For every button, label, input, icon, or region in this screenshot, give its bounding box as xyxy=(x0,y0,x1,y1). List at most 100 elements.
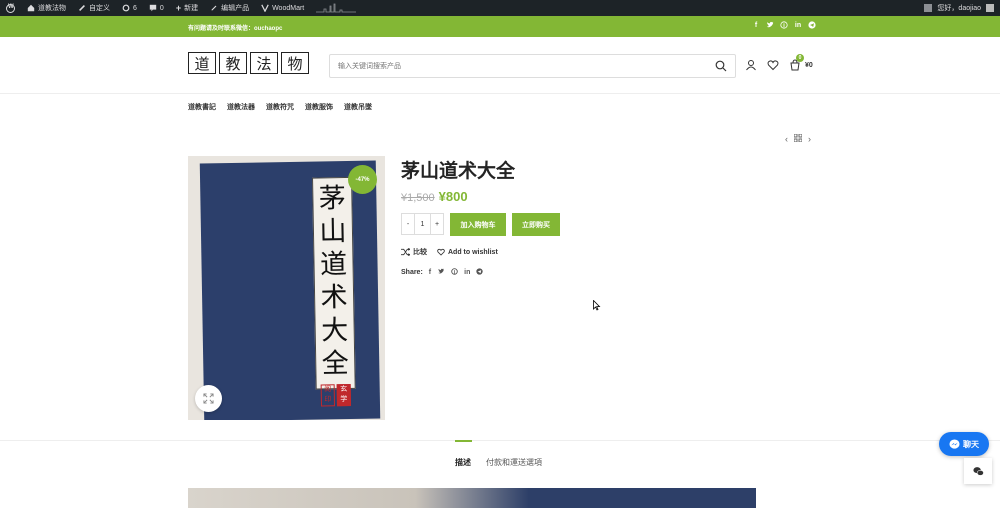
search-box xyxy=(329,54,736,78)
sale-badge: -47% xyxy=(348,165,377,194)
greeting[interactable]: 您好，daojiao xyxy=(937,3,981,13)
compare-link[interactable]: 比较 xyxy=(401,247,427,257)
site-logo[interactable]: 道 教 法 物 xyxy=(188,52,310,78)
heart-icon[interactable] xyxy=(767,59,779,71)
book-cover: 茅 山 道 术 大 全 阁印 玄学 xyxy=(199,160,381,420)
tabs-divider xyxy=(0,440,1000,441)
wishlist-label: Add to wishlist xyxy=(448,248,498,256)
next-product-icon[interactable]: › xyxy=(808,134,811,144)
cart-link[interactable]: 0 ¥0 xyxy=(789,54,813,71)
edit-product-link[interactable]: 编辑产品 xyxy=(204,0,255,16)
updates-link[interactable]: 6 xyxy=(116,0,143,16)
logo-char: 法 xyxy=(250,52,278,74)
qty-minus-button[interactable]: - xyxy=(402,214,415,234)
logo-char: 教 xyxy=(219,52,247,74)
qty-plus-button[interactable]: + xyxy=(430,214,443,234)
stats-sparkline[interactable] xyxy=(310,0,362,16)
woodmart-icon xyxy=(261,4,269,12)
qty-input[interactable]: 1 xyxy=(415,214,430,234)
description-image xyxy=(188,488,756,508)
grid-icon[interactable] xyxy=(793,133,803,144)
customize-label: 自定义 xyxy=(89,5,110,12)
book-char: 大 xyxy=(320,314,349,347)
comments-link[interactable]: 0 xyxy=(143,0,170,16)
logo-char: 道 xyxy=(188,52,216,74)
messenger-icon xyxy=(949,438,960,449)
account-avatar[interactable] xyxy=(986,4,994,12)
telegram-icon[interactable] xyxy=(808,21,816,29)
wechat-icon xyxy=(972,466,984,476)
new-content-link[interactable]: + 新建 xyxy=(170,0,204,16)
updates-icon xyxy=(122,4,130,12)
customize-link[interactable]: 自定义 xyxy=(72,0,116,16)
mouse-cursor-icon xyxy=(593,300,601,311)
top-bar: 有问题请及时联系微信：ouchaopc f in xyxy=(0,16,1000,37)
pencil-icon xyxy=(211,5,217,11)
share-label: Share: xyxy=(401,269,423,276)
zoom-button[interactable] xyxy=(195,385,222,412)
seal-text: 玄学 xyxy=(336,383,352,407)
avatar[interactable] xyxy=(924,4,933,12)
site-name: 道教法物 xyxy=(38,5,66,12)
facebook-icon[interactable]: f xyxy=(752,21,760,29)
pinterest-icon[interactable] xyxy=(451,268,458,277)
heart-icon xyxy=(437,248,445,256)
nav-item[interactable]: 道教法器 xyxy=(227,102,255,112)
linkedin-icon[interactable]: in xyxy=(464,269,470,276)
brush-icon xyxy=(79,5,85,11)
search-icon[interactable] xyxy=(715,60,727,72)
updates-count: 6 xyxy=(133,4,137,12)
linkedin-icon[interactable]: in xyxy=(794,21,802,29)
book-char: 全 xyxy=(321,347,350,380)
plus-icon: + xyxy=(175,3,182,13)
cart-count-badge: 0 xyxy=(796,54,804,62)
expand-icon xyxy=(203,393,214,404)
site-name-link[interactable]: 道教法物 xyxy=(21,0,72,16)
site-header: 道 教 法 物 0 ¥0 xyxy=(0,37,1000,94)
add-to-cart-button[interactable]: 加入购物车 xyxy=(450,213,506,236)
woodmart-link[interactable]: WoodMart xyxy=(255,0,310,16)
quantity-stepper: - 1 + xyxy=(401,213,444,235)
edit-product-label: 编辑产品 xyxy=(221,5,250,12)
red-seal: 阁印 玄学 xyxy=(320,383,352,407)
telegram-icon[interactable] xyxy=(476,268,484,277)
admin-bar: 道教法物 自定义 6 0 + 新建 编辑产品 WoodMart 您好，daoji… xyxy=(0,0,1000,16)
social-links: f in xyxy=(752,21,816,29)
book-char: 术 xyxy=(320,281,348,314)
shuffle-icon xyxy=(401,248,410,256)
product-price: ¥1,500 ¥800 xyxy=(401,189,468,204)
messenger-chat-button[interactable]: 聊天 xyxy=(939,432,989,456)
product-navigation: ‹ › xyxy=(785,133,811,144)
wp-logo-menu[interactable] xyxy=(0,0,21,16)
wordpress-icon xyxy=(6,3,15,13)
pinterest-icon[interactable] xyxy=(780,21,788,29)
cart-total: ¥0 xyxy=(805,61,813,69)
prev-product-icon[interactable]: ‹ xyxy=(785,134,788,144)
nav-item[interactable]: 道教吊墜 xyxy=(344,102,372,112)
book-char: 道 xyxy=(319,249,348,281)
buy-now-button[interactable]: 立即购买 xyxy=(512,213,560,236)
woodmart-label: WoodMart xyxy=(272,4,305,12)
wishlist-link[interactable]: Add to wishlist xyxy=(437,248,498,256)
book-char: 山 xyxy=(319,216,347,248)
product-title: 茅山道术大全 xyxy=(401,161,516,182)
share-bar: Share: f in xyxy=(401,268,484,277)
tab-description[interactable]: 描述 xyxy=(455,457,471,468)
promo-text: 有问题请及时联系微信：ouchaopc xyxy=(188,26,283,32)
nav-item[interactable]: 道教書記 xyxy=(188,102,216,112)
tab-shipping[interactable]: 付款和運送選項 xyxy=(486,457,542,468)
comments-count: 0 xyxy=(159,4,164,12)
seal-text: 阁印 xyxy=(320,384,336,407)
old-price: ¥1,500 xyxy=(401,192,435,204)
active-tab-indicator xyxy=(455,440,472,442)
user-icon[interactable] xyxy=(745,59,757,71)
nav-item[interactable]: 道教符咒 xyxy=(266,102,294,112)
home-icon xyxy=(27,4,35,12)
search-input[interactable] xyxy=(338,59,708,73)
wechat-button[interactable] xyxy=(964,458,992,484)
facebook-icon[interactable]: f xyxy=(429,269,431,276)
nav-item[interactable]: 道教服饰 xyxy=(305,102,333,112)
product-image[interactable]: 茅 山 道 术 大 全 阁印 玄学 xyxy=(188,156,385,420)
twitter-icon[interactable] xyxy=(437,268,445,277)
twitter-icon[interactable] xyxy=(766,21,774,29)
